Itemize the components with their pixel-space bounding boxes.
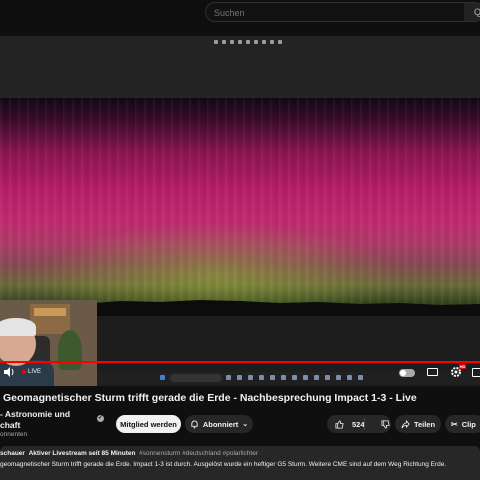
subscriber-count: onnenten	[0, 431, 28, 438]
bell-icon	[191, 419, 198, 428]
channel-name-line1: - Astronomie und	[0, 409, 71, 419]
live-dot-icon	[22, 370, 26, 374]
progress-bar[interactable]	[0, 361, 480, 363]
live-label: LIVE	[28, 369, 42, 375]
stream-toolbar-icons	[214, 40, 282, 44]
like-divider	[364, 418, 365, 430]
stream-status: Aktiver Livestream seit 85 Minuten	[28, 450, 136, 457]
clip-label: Clip	[461, 419, 476, 429]
hashtags[interactable]: #sonnensturm #deutschland #polarlichter	[139, 450, 258, 457]
live-indicator[interactable]: LIVE	[22, 369, 41, 375]
channel-name[interactable]: - Astronomie und chaft	[0, 409, 90, 431]
join-label: Mitglied werden	[120, 419, 177, 429]
masthead: Q	[0, 0, 480, 36]
video-player[interactable]	[0, 36, 480, 386]
share-label: Teilen	[413, 419, 436, 429]
video-title: Geomagnetischer Sturm trifft gerade die …	[3, 392, 417, 404]
thumbs-down-icon[interactable]	[381, 419, 390, 429]
description-box[interactable]: schauer Aktiver Livestream seit 85 Minut…	[0, 446, 480, 480]
miniplayer-icon[interactable]	[472, 368, 480, 377]
subscribe-label: Abonniert	[202, 419, 239, 429]
like-count: 524	[352, 419, 365, 429]
stream-taskbar-icons-left	[160, 375, 165, 380]
volume-icon[interactable]	[3, 367, 15, 377]
channel-name-line2: chaft	[0, 420, 21, 430]
search-button[interactable]: Q	[464, 2, 480, 22]
viewer-count: schauer	[0, 450, 25, 457]
stream-taskbar-icons-right	[226, 375, 363, 380]
share-arrow-icon	[401, 419, 410, 428]
autoplay-toggle[interactable]	[399, 369, 415, 377]
join-button[interactable]: Mitglied werden	[116, 415, 181, 433]
verified-check-icon	[97, 414, 104, 422]
search-input[interactable]	[206, 4, 466, 22]
subscribe-button[interactable]: Abonniert ⌄	[185, 415, 253, 433]
description-text: geomagnetischer Sturm trifft gerade die …	[0, 461, 447, 468]
thumbs-up-icon	[335, 419, 344, 429]
share-button[interactable]: Teilen	[395, 415, 441, 433]
progress-fill	[0, 361, 480, 363]
aurora-image	[0, 98, 480, 316]
subtitles-icon[interactable]	[427, 368, 438, 376]
description-meta: schauer Aktiver Livestream seit 85 Minut…	[0, 450, 480, 457]
like-button[interactable]: 524	[327, 415, 391, 433]
clip-button[interactable]: ✂ Clip	[445, 415, 480, 433]
stream-screen-toolbar	[0, 36, 480, 50]
stream-screen-area	[0, 50, 480, 98]
chevron-down-icon: ⌄	[242, 421, 249, 428]
scissors-icon: ✂	[451, 419, 458, 429]
hd-badge: HD	[459, 364, 466, 369]
search-box[interactable]	[205, 2, 467, 22]
stream-taskbar-search	[170, 374, 222, 382]
